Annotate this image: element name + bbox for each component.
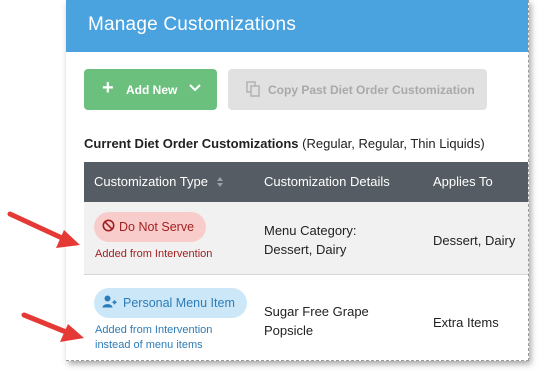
add-new-button[interactable]: + Add New bbox=[84, 69, 217, 110]
column-header-label: Customization Type bbox=[94, 174, 208, 189]
section-title-extra: (Regular, Regular, Thin Liquids) bbox=[302, 136, 485, 151]
section-title-main: Current Diet Order Customizations bbox=[84, 136, 299, 151]
column-header-customization-details: Customization Details bbox=[264, 174, 390, 189]
table-header: Customization Type Customization Details… bbox=[84, 162, 528, 202]
screenshot-frame: Manage Customizations + Add New Copy Pas… bbox=[66, 0, 529, 361]
copy-label: Copy Past Diet Order Customization bbox=[268, 83, 475, 97]
details-line: Menu Category: bbox=[264, 223, 357, 238]
intervention-note: Added from Intervention bbox=[95, 248, 213, 260]
applies-to-value: Dessert, Dairy bbox=[433, 233, 516, 248]
customization-details: Menu Category: Dessert, Dairy bbox=[264, 221, 357, 259]
note-line: instead of menu items bbox=[95, 339, 203, 351]
do-not-serve-badge: Do Not Serve bbox=[94, 212, 206, 242]
personal-menu-item-badge: Personal Menu Item bbox=[94, 288, 247, 318]
plus-icon: + bbox=[102, 77, 114, 99]
column-header-customization-type[interactable]: Customization Type bbox=[94, 174, 224, 191]
column-header-applies-to: Applies To bbox=[433, 174, 493, 189]
customization-details: Sugar Free Grape Popsicle bbox=[264, 302, 369, 340]
details-line: Popsicle bbox=[264, 323, 314, 338]
person-icon bbox=[102, 295, 117, 311]
table-row[interactable]: Personal Menu Item Added from Interventi… bbox=[84, 275, 528, 360]
table-row[interactable]: Do Not Serve Added from Intervention Men… bbox=[84, 202, 528, 275]
page-title: Manage Customizations bbox=[88, 14, 297, 35]
section-title: Current Diet Order Customizations (Regul… bbox=[84, 136, 485, 151]
copy-past-diet-order-button[interactable]: Copy Past Diet Order Customization bbox=[228, 69, 487, 110]
page-header: Manage Customizations bbox=[66, 0, 528, 52]
details-line: Dessert, Dairy bbox=[264, 242, 347, 257]
note-line: Added from Intervention bbox=[95, 324, 213, 336]
badge-label: Do Not Serve bbox=[119, 220, 195, 234]
callout-arrow-icon bbox=[7, 211, 80, 248]
sort-icon bbox=[216, 176, 224, 191]
intervention-note: Added from Intervention instead of menu … bbox=[95, 323, 265, 353]
prohibited-icon bbox=[102, 219, 115, 235]
chevron-down-icon bbox=[188, 81, 202, 98]
callout-arrow-icon bbox=[21, 312, 84, 342]
add-new-label: Add New bbox=[126, 83, 178, 97]
copy-icon bbox=[246, 81, 260, 100]
applies-to-value: Extra Items bbox=[433, 315, 499, 330]
details-line: Sugar Free Grape bbox=[264, 304, 369, 319]
badge-label: Personal Menu Item bbox=[123, 296, 235, 310]
